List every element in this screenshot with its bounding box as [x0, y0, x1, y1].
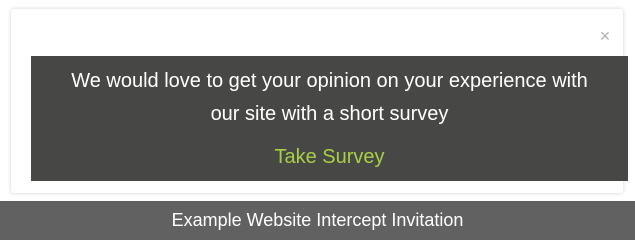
invitation-panel: We would love to get your opinion on you…: [31, 56, 628, 181]
footer-caption: Example Website Intercept Invitation: [0, 201, 635, 240]
close-icon[interactable]: ×: [598, 27, 612, 45]
page: × We would love to get your opinion on y…: [0, 0, 635, 240]
take-survey-link[interactable]: Take Survey: [274, 145, 384, 169]
invitation-message: We would love to get your opinion on you…: [71, 70, 588, 125]
survey-invitation-modal: × We would love to get your opinion on y…: [11, 9, 628, 193]
